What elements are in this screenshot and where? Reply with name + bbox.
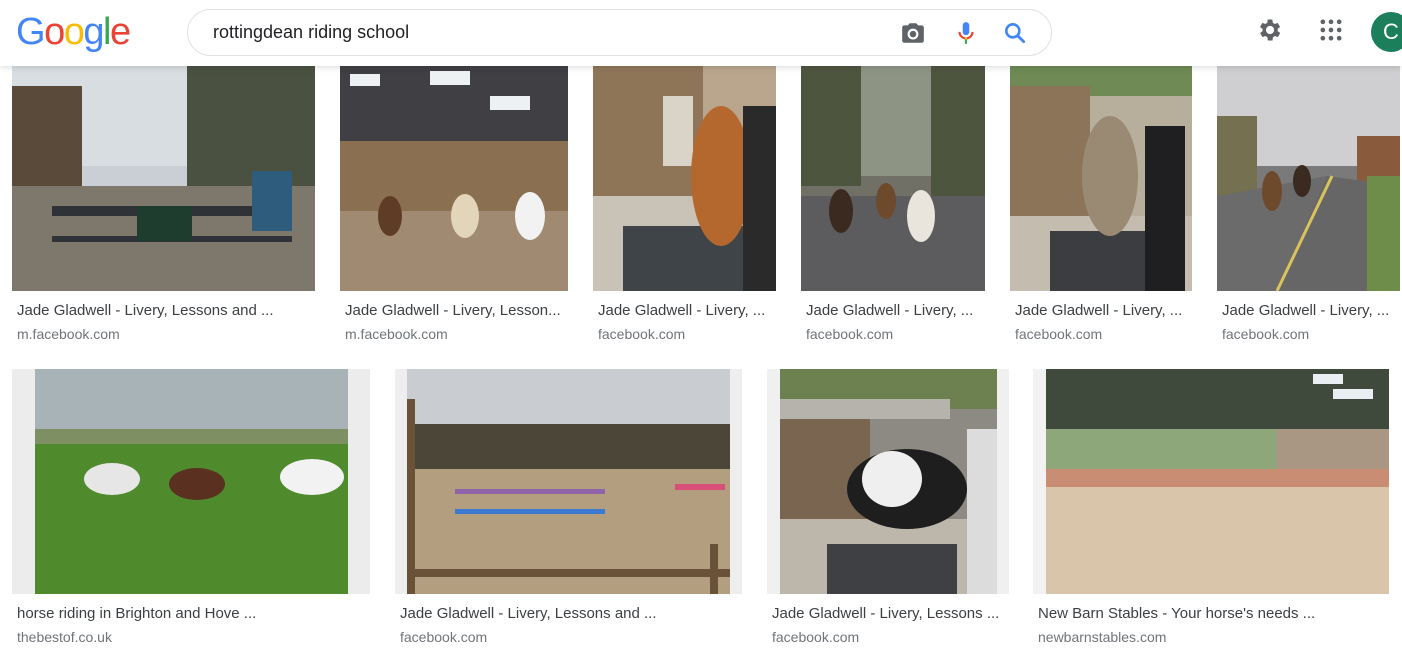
camera-icon[interactable]: [900, 20, 926, 46]
result-title[interactable]: horse riding in Brighton and Hove ...: [17, 604, 370, 624]
result-thumbnail[interactable]: [340, 66, 568, 291]
result-title[interactable]: Jade Gladwell - Livery, Lessons ...: [772, 604, 1009, 624]
result-title[interactable]: Jade Gladwell - Livery, ...: [806, 301, 985, 321]
logo-letter: G: [16, 11, 46, 53]
result-domain: facebook.com: [1015, 326, 1103, 342]
result-thumbnail[interactable]: [395, 369, 742, 594]
result-thumbnail[interactable]: [1010, 66, 1192, 291]
logo-letter: e: [109, 11, 131, 53]
result-thumbnail[interactable]: [801, 66, 985, 291]
result-domain: facebook.com: [1222, 326, 1310, 342]
logo-letter: o: [44, 11, 65, 53]
result-domain: thebestof.co.uk: [17, 629, 112, 645]
result-thumbnail[interactable]: [1217, 66, 1400, 291]
result-title[interactable]: Jade Gladwell - Livery, Lessons and ...: [400, 604, 742, 624]
result-domain: facebook.com: [772, 629, 860, 645]
search-box[interactable]: [187, 9, 1052, 56]
result-title[interactable]: Jade Gladwell - Livery, ...: [1015, 301, 1192, 321]
microphone-icon[interactable]: [953, 20, 979, 46]
result-title[interactable]: New Barn Stables - Your horse's needs ..…: [1038, 604, 1388, 624]
result-domain: facebook.com: [400, 629, 488, 645]
logo-letter: o: [63, 11, 85, 53]
result-thumbnail[interactable]: [12, 66, 315, 291]
result-domain: facebook.com: [806, 326, 894, 342]
result-title[interactable]: Jade Gladwell - Livery, Lesson...: [345, 301, 573, 321]
result-thumbnail[interactable]: [593, 66, 776, 291]
result-domain: facebook.com: [598, 326, 686, 342]
search-icon[interactable]: [1002, 20, 1028, 46]
result-domain: m.facebook.com: [17, 326, 120, 342]
logo-letter: g: [83, 11, 104, 53]
result-title[interactable]: Jade Gladwell - Livery, ...: [1222, 301, 1394, 321]
account-avatar[interactable]: C: [1371, 12, 1402, 52]
result-thumbnail[interactable]: [12, 369, 370, 594]
result-domain: m.facebook.com: [345, 326, 448, 342]
search-input[interactable]: [213, 10, 873, 55]
apps-grid-icon[interactable]: [1317, 16, 1345, 44]
google-logo[interactable]: Google: [16, 10, 131, 54]
logo-letter: l: [102, 11, 111, 53]
gear-icon[interactable]: [1255, 16, 1283, 44]
result-thumbnail[interactable]: [767, 369, 1009, 594]
result-title[interactable]: Jade Gladwell - Livery, ...: [598, 301, 776, 321]
header-bar: Google C: [0, 0, 1402, 66]
result-domain: newbarnstables.com: [1038, 629, 1167, 645]
result-thumbnail[interactable]: [1033, 369, 1389, 594]
result-title[interactable]: Jade Gladwell - Livery, Lessons and ...: [17, 301, 315, 321]
